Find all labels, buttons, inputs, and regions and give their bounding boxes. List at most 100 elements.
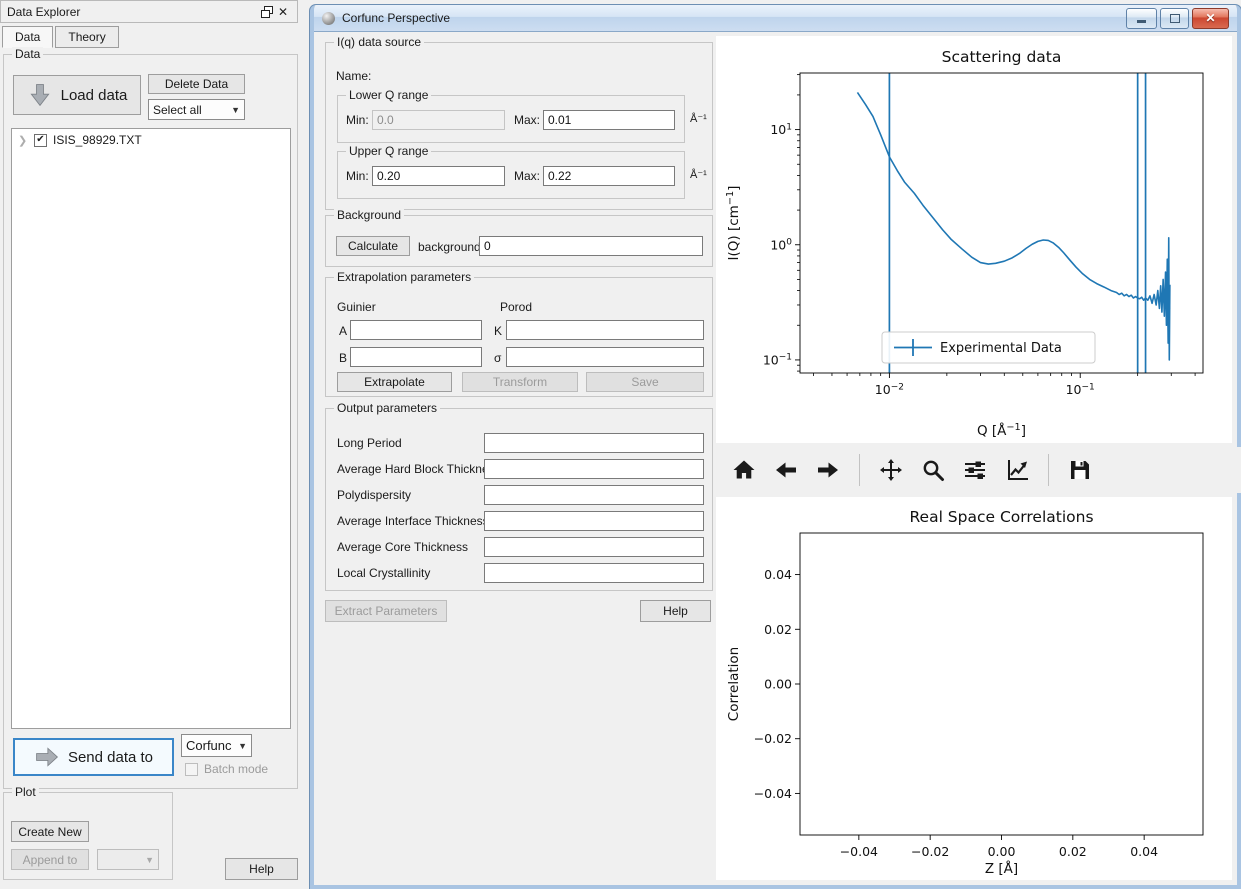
delete-data-button[interactable]: Delete Data <box>148 74 245 94</box>
send-data-button[interactable]: Send data to <box>13 738 174 776</box>
local-crystallinity-input[interactable] <box>484 563 704 583</box>
close-icon[interactable]: ✕ <box>275 4 291 20</box>
guinier-b-input[interactable] <box>350 347 482 367</box>
save-icon[interactable] <box>1064 453 1096 487</box>
tab-theory[interactable]: Theory <box>55 26 118 48</box>
close-icon[interactable]: ✕ <box>1192 8 1229 29</box>
upper-q-min-input[interactable] <box>372 166 505 186</box>
svg-text:0.00: 0.00 <box>764 677 792 692</box>
lower-q-title: Lower Q range <box>346 88 431 102</box>
background-title: Background <box>334 208 404 222</box>
porod-k-label: K <box>494 324 502 338</box>
plot-group: Plot Create New Append to ▼ <box>3 792 173 880</box>
back-icon[interactable] <box>770 453 802 487</box>
corfunc-titlebar[interactable]: Corfunc Perspective ✕ <box>314 5 1237 32</box>
data-explorer-title: Data Explorer <box>7 5 259 19</box>
upper-q-title: Upper Q range <box>346 144 431 158</box>
corfunc-help-button[interactable]: Help <box>640 600 711 622</box>
output-row-label: Polydispersity <box>337 488 411 502</box>
batch-mode-row: Batch mode <box>185 762 268 776</box>
explorer-help-button[interactable]: Help <box>225 858 298 880</box>
guinier-a-input[interactable] <box>350 320 482 340</box>
save-button[interactable]: Save <box>586 372 704 392</box>
lower-q-min-input[interactable] <box>372 110 505 130</box>
svg-text:0.04: 0.04 <box>764 567 792 582</box>
load-data-button[interactable]: Load data <box>13 75 141 115</box>
lower-q-max-label: Max: <box>514 113 540 127</box>
data-file-list[interactable]: ❯ ✔ ISIS_98929.TXT <box>11 128 291 729</box>
maximize-icon[interactable] <box>1160 8 1189 29</box>
iq-source-title: I(q) data source <box>334 35 424 49</box>
chevron-right-icon[interactable]: ❯ <box>18 134 28 147</box>
subplots-icon[interactable] <box>959 453 991 487</box>
upper-q-min-label: Min: <box>346 169 369 183</box>
create-new-button[interactable]: Create New <box>11 821 89 842</box>
append-to-button[interactable]: Append to <box>11 849 89 870</box>
tab-data[interactable]: Data <box>2 26 53 48</box>
hard-block-input[interactable] <box>484 459 704 479</box>
scattering-chart[interactable]: 10−210−110110010−1Scattering dataQ [Å−1]… <box>716 36 1232 443</box>
select-all-combo[interactable]: Select all ▼ <box>148 99 245 120</box>
batch-mode-label: Batch mode <box>204 762 268 776</box>
plot-group-title: Plot <box>12 785 39 799</box>
window-title: Corfunc Perspective <box>342 11 450 25</box>
data-explorer-titlebar: Data Explorer ✕ <box>0 0 298 23</box>
long-period-input[interactable] <box>484 433 704 453</box>
svg-text:10−1: 10−1 <box>763 352 792 367</box>
right-arrow-icon <box>34 744 60 770</box>
porod-sigma-input[interactable] <box>506 347 704 367</box>
transform-button[interactable]: Transform <box>462 372 578 392</box>
toolbar-separator <box>1048 454 1049 486</box>
svg-text:101: 101 <box>770 122 792 137</box>
upper-q-group: Upper Q range Min: Max: <box>337 151 685 199</box>
list-item[interactable]: ❯ ✔ ISIS_98929.TXT <box>12 129 290 147</box>
svg-text:0.00: 0.00 <box>988 844 1016 859</box>
perspective-combo[interactable]: Corfunc ▼ <box>181 734 252 757</box>
iq-source-group: I(q) data source Name: Lower Q range Min… <box>325 42 713 210</box>
svg-text:10−2: 10−2 <box>875 382 904 397</box>
pan-icon[interactable] <box>875 453 907 487</box>
porod-k-input[interactable] <box>506 320 704 340</box>
correlation-figure[interactable]: −0.04−0.020.000.020.040.040.020.00−0.02−… <box>716 497 1232 880</box>
data-group-title: Data <box>12 47 43 61</box>
scattering-figure[interactable]: 10−210−110110010−1Scattering dataQ [Å−1]… <box>716 36 1232 443</box>
svg-text:Z [Å]: Z [Å] <box>985 860 1018 877</box>
float-icon[interactable] <box>259 4 275 20</box>
data-explorer-panel: Data Explorer ✕ Data Theory Data Load da… <box>0 0 300 889</box>
polydispersity-input[interactable] <box>484 485 704 505</box>
extrapolate-button[interactable]: Extrapolate <box>337 372 452 392</box>
corfunc-window: Corfunc Perspective ✕ I(q) data source N… <box>310 5 1241 889</box>
background-label: background <box>418 240 481 254</box>
svg-text:Q [Å−1]: Q [Å−1] <box>977 422 1026 439</box>
customize-icon[interactable] <box>1001 453 1033 487</box>
lower-q-max-input[interactable] <box>543 110 675 130</box>
background-input[interactable] <box>479 236 703 256</box>
name-label: Name: <box>336 69 371 83</box>
svg-text:−0.02: −0.02 <box>754 731 792 746</box>
app-icon <box>322 12 335 25</box>
load-data-label: Load data <box>61 87 128 104</box>
zoom-icon[interactable] <box>917 453 949 487</box>
batch-mode-checkbox[interactable] <box>185 763 198 776</box>
core-thickness-input[interactable] <box>484 537 704 557</box>
forward-icon[interactable] <box>812 453 844 487</box>
append-to-combo[interactable]: ▼ <box>97 849 159 870</box>
plot-toolbar <box>716 447 1241 493</box>
checkbox-checked-icon[interactable]: ✔ <box>34 134 47 147</box>
interface-thickness-input[interactable] <box>484 511 704 531</box>
correlation-chart[interactable]: −0.04−0.020.000.020.040.040.020.00−0.02−… <box>716 497 1232 880</box>
home-icon[interactable] <box>728 453 760 487</box>
file-name: ISIS_98929.TXT <box>53 133 142 147</box>
upper-q-max-input[interactable] <box>543 166 675 186</box>
data-group: Data Load data Delete Data Select all ▼ … <box>3 54 298 789</box>
svg-text:0.02: 0.02 <box>764 622 792 637</box>
svg-text:Correlation: Correlation <box>726 647 742 721</box>
svg-text:0.02: 0.02 <box>1059 844 1087 859</box>
send-data-label: Send data to <box>68 749 153 766</box>
extract-parameters-button[interactable]: Extract Parameters <box>325 600 447 622</box>
guinier-b-label: B <box>339 351 347 365</box>
calculate-button[interactable]: Calculate <box>336 236 410 256</box>
minimize-icon[interactable] <box>1126 8 1157 29</box>
extrapolation-group: Extrapolation parameters Guinier Porod A… <box>325 277 713 397</box>
svg-text:0.04: 0.04 <box>1130 844 1158 859</box>
